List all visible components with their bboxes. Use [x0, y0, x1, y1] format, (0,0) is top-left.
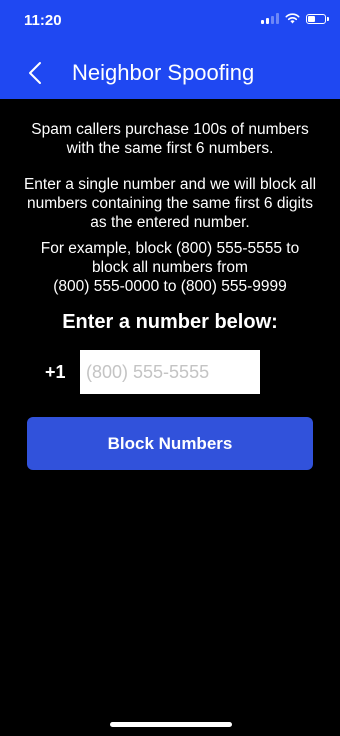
battery-icon	[306, 13, 329, 24]
status-icons	[261, 13, 329, 24]
cellular-signal-icon	[261, 13, 279, 24]
nav-header: 11:20 Neighbor Spoofing	[0, 0, 340, 99]
status-time: 11:20	[24, 12, 62, 29]
example-line-1: For example, block (800) 555-5555 to	[40, 240, 300, 257]
description-paragraph-3: For example, block (800) 555-5555 to blo…	[20, 239, 320, 296]
block-numbers-button[interactable]: Block Numbers	[27, 417, 313, 470]
page-title: Neighbor Spoofing	[72, 60, 255, 85]
description-paragraph-1: Spam callers purchase 100s of numbers wi…	[31, 121, 309, 157]
phone-number-input[interactable]	[80, 350, 260, 394]
country-code-label: +1	[45, 362, 66, 382]
home-indicator[interactable]	[110, 722, 232, 727]
enter-number-prompt: Enter a number below:	[62, 311, 278, 333]
chevron-left-icon	[29, 62, 41, 84]
back-button[interactable]	[20, 58, 50, 88]
example-line-2: block all numbers from	[92, 259, 248, 276]
wifi-icon	[285, 13, 300, 24]
description-paragraph-2: Enter a single number and we will block …	[23, 176, 317, 231]
example-line-3: (800) 555-0000 to (800) 555-9999	[53, 278, 287, 295]
